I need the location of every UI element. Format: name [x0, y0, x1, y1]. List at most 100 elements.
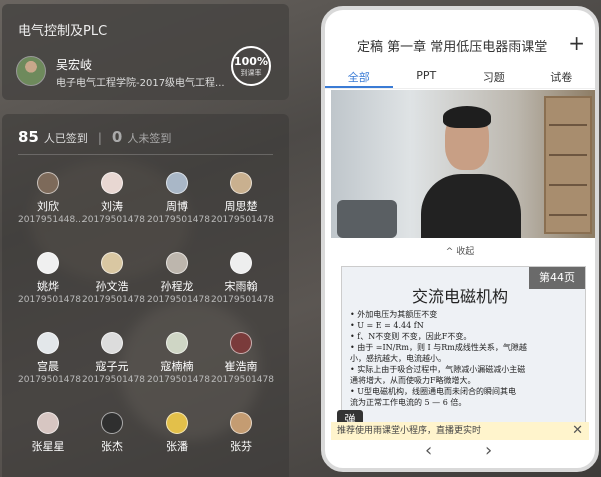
attendance-summary: 85 人已签到 | 0 人未签到 [18, 128, 171, 146]
student-name: 张星星 [31, 440, 65, 453]
student-avatar [101, 332, 123, 354]
student-id: 20179501478 [82, 295, 145, 305]
slide-bullet: • 由于 =IN/Rm，则 I 与Rm成线性关系，气隙越 [350, 343, 527, 352]
attendance-rate-badge: 100% 到课率 [231, 46, 271, 86]
student-avatar [166, 332, 188, 354]
student-avatar [37, 172, 59, 194]
student-id: 20179501478 [211, 295, 274, 305]
student-id: 20179501478 [211, 375, 274, 385]
teacher-avatar [16, 56, 46, 86]
plus-icon[interactable]: + [568, 32, 585, 54]
student-avatar [101, 252, 123, 274]
student-avatar [101, 412, 123, 434]
attendance-rate-label: 到课率 [240, 69, 262, 77]
student-avatar [230, 252, 252, 274]
ppt-slide[interactable]: 第44页 交流电磁机构 • 外加电压为其额压不变 • U = E = 4.44 … [341, 266, 586, 426]
student-name: 刘欣 [37, 200, 59, 213]
course-title: 电气控制及PLC [18, 24, 108, 39]
student-name: 刘涛 [101, 200, 123, 213]
summary-separator: | [97, 131, 102, 145]
divider [18, 154, 273, 155]
teacher-hair-shape [443, 106, 491, 128]
student-name: 张潘 [166, 440, 188, 453]
student-item[interactable]: 刘涛 20179501478 [82, 172, 145, 225]
student-avatar [37, 252, 59, 274]
student-item[interactable]: 刘欣 2017951448... [18, 172, 84, 225]
unsigned-label: 人未签到 [127, 132, 172, 145]
slide-bullet: 小，感抗越大，电流越小。 [350, 354, 446, 363]
student-item[interactable]: 姚烨 20179501478 [18, 252, 81, 305]
student-item[interactable]: 周思楚 20179501478 [211, 172, 274, 225]
slide-page-badge: 第44页 [529, 267, 585, 289]
student-item[interactable]: 张芬 [211, 412, 271, 455]
student-id: 20179501478 [147, 375, 210, 385]
student-item[interactable]: 宋雨翰 20179501478 [211, 252, 274, 305]
student-id: 2017951448... [18, 215, 84, 225]
student-avatar [37, 412, 59, 434]
chair-shape [337, 200, 397, 238]
slide-bullet: • f、N不变则 不变，因此F不变。 [350, 332, 472, 341]
live-video[interactable] [331, 90, 595, 238]
student-item[interactable]: 寇楠楠 20179501478 [147, 332, 210, 385]
student-item[interactable]: 张潘 [147, 412, 207, 455]
lesson-title: 定稿 第一章 常用低压电器雨课堂 [357, 40, 548, 55]
student-id: 20179501478 [82, 215, 145, 225]
phone-header: 定稿 第一章 常用低压电器雨课堂 + [325, 32, 595, 58]
course-card: 电气控制及PLC 吴宏岐 电子电气工程学院-2017级电气工程... 100% … [2, 4, 289, 100]
student-item[interactable]: 孙文浩 20179501478 [82, 252, 145, 305]
tab-all[interactable]: 全部 [325, 65, 393, 88]
close-icon[interactable]: ✕ [572, 422, 583, 440]
slide-title: 交流电磁机构 [412, 287, 509, 306]
student-name: 宋雨翰 [224, 280, 258, 293]
student-name: 孙程龙 [160, 280, 194, 293]
phone-frame: 定稿 第一章 常用低压电器雨课堂 + 全部 PPT 习题 试卷 ^ 收起 第44… [321, 6, 599, 472]
student-avatar [37, 332, 59, 354]
student-avatar [166, 252, 188, 274]
tab-ppt[interactable]: PPT [393, 65, 461, 88]
banner-text: 推荐使用雨课堂小程序，直播更实时 [337, 426, 482, 436]
student-item[interactable]: 孙程龙 20179501478 [147, 252, 210, 305]
teacher-name: 吴宏岐 [56, 58, 93, 72]
teacher-body-shape [421, 174, 521, 238]
student-name: 寇楠楠 [160, 360, 194, 373]
attendance-rate-value: 100% [234, 55, 268, 68]
collapse-toggle[interactable]: ^ 收起 [325, 244, 595, 257]
student-item[interactable]: 崔浩南 20179501478 [211, 332, 274, 385]
student-id: 20179501478 [147, 215, 210, 225]
chevron-left-icon[interactable]: ‹ [425, 440, 432, 461]
teacher-info: 电子电气工程学院-2017级电气工程... [56, 78, 225, 89]
student-item[interactable]: 张星星 [18, 412, 78, 455]
student-avatar [101, 172, 123, 194]
mini-program-banner: 推荐使用雨课堂小程序，直播更实时 ✕ [331, 422, 589, 440]
unsigned-count: 0 [111, 128, 123, 146]
student-name: 周博 [166, 200, 188, 213]
chevron-right-icon[interactable]: › [485, 440, 492, 461]
bookshelf-shape [544, 96, 592, 234]
slide-bullet: • U = E = 4.44 fN [350, 321, 424, 330]
slide-bullet: • U型电磁机构，线圈通电而未闭合的瞬间其电 [350, 387, 517, 396]
student-id: 20179501478 [18, 295, 81, 305]
student-avatar [166, 412, 188, 434]
attendance-panel: 85 人已签到 | 0 人未签到 刘欣 2017951448... 刘涛 201… [2, 114, 289, 477]
student-item[interactable]: 寇子元 20179501478 [82, 332, 145, 385]
student-id: 20179501478 [147, 295, 210, 305]
student-id: 20179501478 [211, 215, 274, 225]
student-name: 张杰 [101, 440, 123, 453]
tab-bar: 全部 PPT 习题 试卷 [325, 65, 595, 89]
slide-bullet: 流为正常工作电流的 5 — 6 倍。 [350, 398, 467, 407]
signed-count: 85 [18, 128, 39, 146]
student-id: 20179501478 [18, 375, 81, 385]
slide-bullet: 通将增大，从而使吸力F略微增大。 [350, 376, 476, 385]
student-avatar [230, 332, 252, 354]
slide-bullet: • 实际上由于吸合过程中，气隙减小漏磁减小主磁 [350, 365, 526, 374]
student-item[interactable]: 周博 20179501478 [147, 172, 210, 225]
student-name: 张芬 [230, 440, 252, 453]
tab-exams[interactable]: 试卷 [528, 65, 596, 88]
student-item[interactable]: 宫晨 20179501478 [18, 332, 81, 385]
tab-exercises[interactable]: 习题 [460, 65, 528, 88]
student-item[interactable]: 张杰 [82, 412, 142, 455]
student-avatar [230, 412, 252, 434]
signed-label: 人已签到 [43, 132, 88, 145]
student-name: 宫晨 [37, 360, 59, 373]
student-id: 20179501478 [82, 375, 145, 385]
